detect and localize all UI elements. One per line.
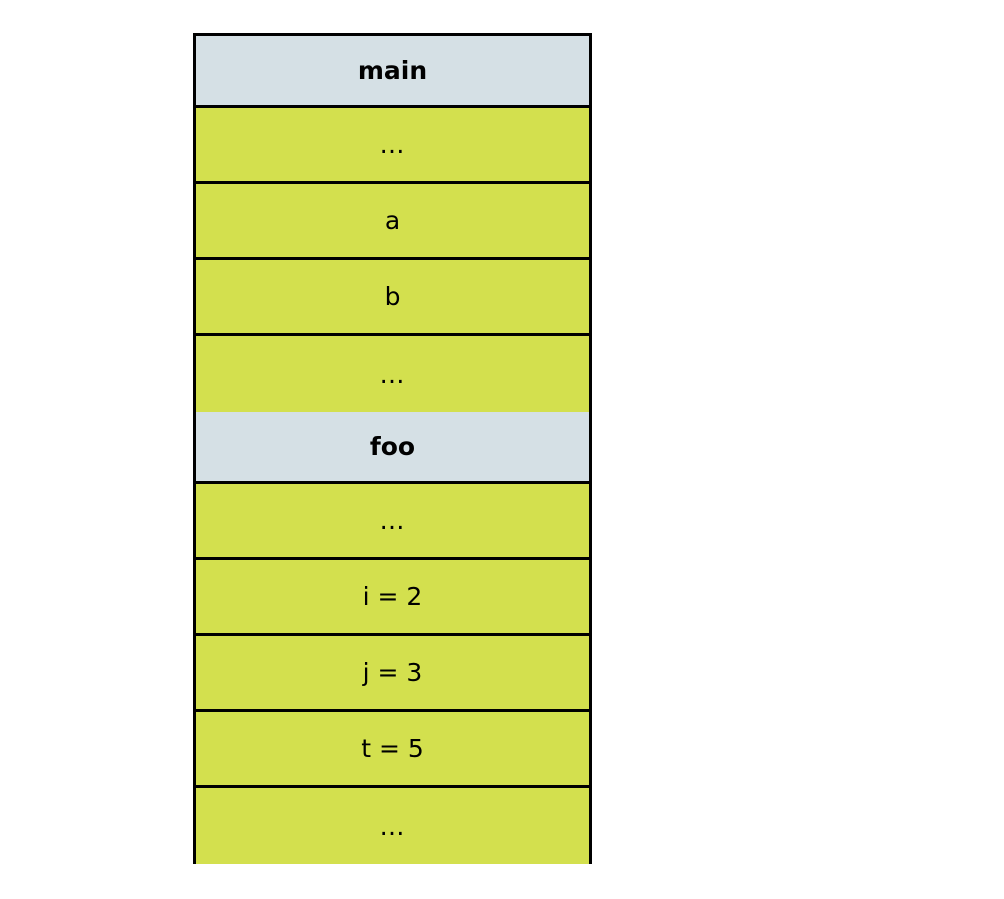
stack-slot: j = 3 — [196, 636, 589, 712]
stack-slot: t = 5 — [196, 712, 589, 788]
frame-header-label: main — [357, 56, 428, 85]
stack-slot-label: b — [384, 282, 401, 311]
stack-slot-label: i = 2 — [362, 582, 423, 611]
stack-slot: b — [196, 260, 589, 336]
stack-slot-label: … — [379, 506, 406, 535]
frame-header-label: foo — [369, 432, 416, 461]
stack-slot: … — [196, 484, 589, 560]
stack-frame-main: main … a b … — [196, 36, 589, 412]
call-stack-diagram: main … a b … foo … i = 2 j = 3 t = 5 … — [193, 33, 592, 864]
stack-slot: … — [196, 108, 589, 184]
frame-header-foo: foo — [196, 412, 589, 484]
stack-slot-label: j = 3 — [362, 658, 423, 687]
stack-slot: … — [196, 788, 589, 864]
stack-slot-label: t = 5 — [361, 734, 424, 763]
stack-frame-foo: foo … i = 2 j = 3 t = 5 … — [196, 412, 589, 864]
stack-slot-label: a — [384, 206, 401, 235]
stack-slot-label: … — [379, 811, 406, 841]
frame-header-main: main — [196, 36, 589, 108]
stack-slot-label: … — [379, 130, 406, 159]
stack-slot: a — [196, 184, 589, 260]
stack-slot: i = 2 — [196, 560, 589, 636]
stack-slot-label: … — [379, 359, 406, 389]
stack-slot: … — [196, 336, 589, 412]
